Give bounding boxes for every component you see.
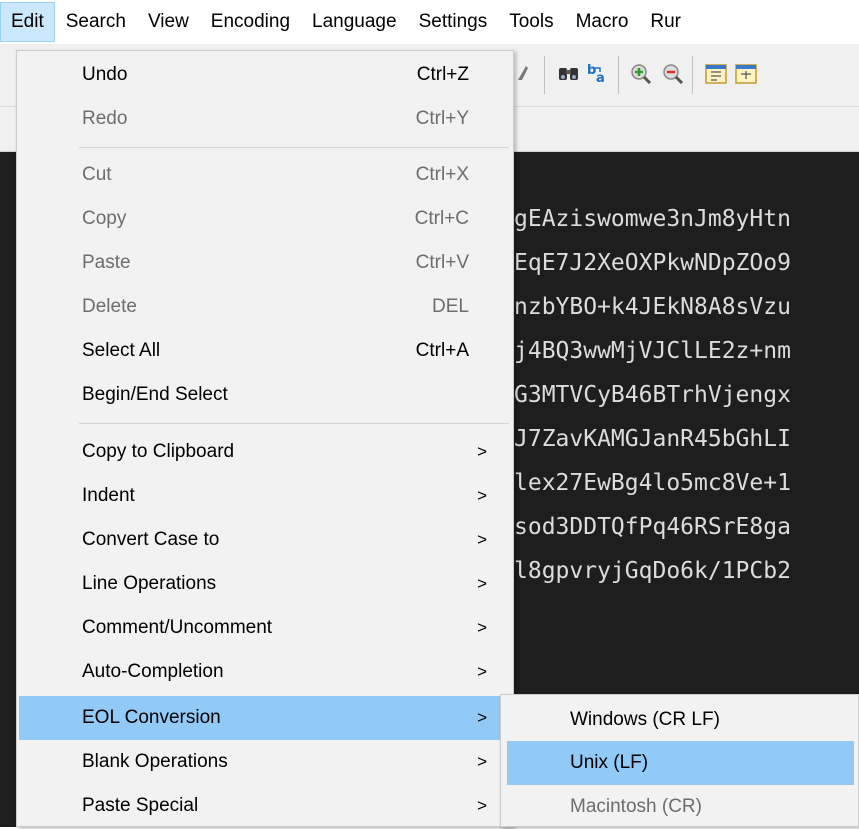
eol-conversion-submenu: Windows (CR LF) Unix (LF) Macintosh (CR) (500, 694, 859, 827)
menu-item-convert-case[interactable]: Convert Case to > (19, 518, 511, 562)
submenu-item-unix-lf[interactable]: Unix (LF) (507, 741, 854, 785)
editor-line: gEAziswomwe3nJm8yHtn (514, 206, 791, 232)
menu-item-label: Unix (LF) (570, 752, 649, 773)
menu-item-label: Paste (82, 252, 131, 273)
editor-line: lex27EwBg4lo5mc8Ve+1 (514, 470, 791, 496)
editor-line: sod3DDTQfPq46RSrE8ga (514, 514, 791, 540)
editor-line: j4BQ3wwMjVJClLE2z+nm (514, 338, 791, 364)
menu-item-shortcut: DEL (432, 296, 469, 317)
submenu-item-macintosh-cr[interactable]: Macintosh (CR) (507, 785, 854, 829)
find-replace-icon[interactable]: b a (586, 58, 612, 88)
chevron-right-icon: > (477, 752, 487, 771)
menu-search[interactable]: Search (55, 2, 137, 42)
menu-item-shortcut: Ctrl+X (415, 164, 469, 185)
menu-item-delete[interactable]: Delete DEL (19, 285, 511, 329)
chevron-right-icon: > (477, 530, 487, 549)
chevron-right-icon: > (477, 618, 487, 637)
chevron-right-icon: > (477, 796, 487, 815)
menu-item-paste[interactable]: Paste Ctrl+V (19, 241, 511, 285)
menu-bar: Edit Search View Encoding Language Setti… (0, 0, 859, 44)
zoom-in-icon[interactable] (628, 58, 654, 88)
menu-item-label: Redo (82, 108, 128, 129)
menu-view[interactable]: View (137, 2, 200, 42)
menu-item-shortcut: Ctrl+Z (416, 64, 469, 85)
chevron-right-icon: > (477, 662, 487, 681)
find-binoculars-icon[interactable] (556, 58, 582, 88)
menu-item-shortcut: Ctrl+A (415, 340, 469, 361)
zoom-out-icon[interactable] (660, 58, 686, 88)
menu-item-label: Delete (82, 296, 137, 317)
menu-item-label: Copy to Clipboard (82, 441, 235, 462)
sync-vertical-icon[interactable] (704, 58, 730, 88)
menu-item-copy-to-clipboard[interactable]: Copy to Clipboard > (19, 430, 511, 474)
menu-item-shortcut: Ctrl+Y (415, 108, 469, 129)
menu-item-indent[interactable]: Indent > (19, 474, 511, 518)
menu-item-label: Blank Operations (82, 751, 228, 772)
menu-separator (79, 147, 509, 148)
menu-edit[interactable]: Edit (0, 2, 55, 42)
menu-item-label: Select All (82, 340, 161, 361)
toolbar-separator (618, 56, 619, 94)
menu-item-label: Indent (82, 485, 135, 506)
menu-item-label: Cut (82, 164, 112, 185)
edit-menu-dropdown: Undo Ctrl+Z Redo Ctrl+Y Cut Ctrl+X Copy … (16, 50, 514, 827)
menu-item-shortcut: Ctrl+V (415, 252, 469, 273)
editor-line: EqE7J2XeOXPkwNDpZOo9 (514, 250, 791, 276)
menu-item-line-operations[interactable]: Line Operations > (19, 562, 511, 606)
editor-line: nzbYBO+k4JEkN8A8sVzu (514, 294, 791, 320)
chevron-right-icon: > (477, 574, 487, 593)
menu-item-select-all[interactable]: Select All Ctrl+A (19, 329, 511, 373)
menu-item-label: Auto-Completion (82, 661, 224, 682)
menu-item-undo[interactable]: Undo Ctrl+Z (19, 53, 511, 97)
menu-encoding[interactable]: Encoding (200, 2, 301, 42)
menu-item-copy[interactable]: Copy Ctrl+C (19, 197, 511, 241)
editor-line: J7ZavKAMGJanR45bGhLI (514, 426, 791, 452)
menu-item-label: Copy (82, 208, 127, 229)
chevron-right-icon: > (477, 486, 487, 505)
menu-run[interactable]: Rur (639, 2, 692, 42)
menu-item-label: Paste Special (82, 795, 199, 816)
editor-line: l8gpvryjGqDo6k/1PCb2 (514, 558, 791, 584)
menu-item-label: Comment/Uncomment (82, 617, 273, 638)
menu-item-label: Convert Case to (82, 529, 220, 550)
menu-item-eol-conversion[interactable]: EOL Conversion > (19, 696, 511, 740)
menu-item-label: Undo (82, 64, 128, 85)
editor-line: G3MTVCyB46BTrhVjengx (514, 382, 791, 408)
submenu-item-windows-crlf[interactable]: Windows (CR LF) (507, 698, 854, 742)
chevron-right-icon: > (477, 708, 487, 727)
sync-horizontal-icon[interactable] (734, 58, 760, 88)
menu-item-redo[interactable]: Redo Ctrl+Y (19, 97, 511, 141)
menu-tools[interactable]: Tools (498, 2, 564, 42)
menu-item-auto-completion[interactable]: Auto-Completion > (19, 650, 511, 694)
sort-icon[interactable] (514, 58, 540, 88)
menu-separator (79, 423, 509, 424)
svg-text:a: a (596, 71, 605, 86)
toolbar-separator (692, 56, 693, 94)
menu-item-label: EOL Conversion (82, 707, 221, 728)
menu-item-cut[interactable]: Cut Ctrl+X (19, 153, 511, 197)
menu-item-comment-uncomment[interactable]: Comment/Uncomment > (19, 606, 511, 650)
menu-macro[interactable]: Macro (565, 2, 640, 42)
menu-settings[interactable]: Settings (408, 2, 499, 42)
chevron-right-icon: > (477, 442, 487, 461)
menu-item-label: Macintosh (CR) (570, 796, 702, 817)
menu-item-paste-special[interactable]: Paste Special > (19, 784, 511, 828)
menu-language[interactable]: Language (301, 2, 408, 42)
menu-item-label: Windows (CR LF) (570, 709, 720, 730)
menu-item-blank-operations[interactable]: Blank Operations > (19, 740, 511, 784)
svg-text:b: b (587, 63, 596, 78)
menu-item-label: Line Operations (82, 573, 217, 594)
toolbar-separator (544, 56, 545, 94)
menu-item-label: Begin/End Select (82, 384, 228, 405)
menu-item-begin-end-select[interactable]: Begin/End Select (19, 373, 511, 417)
menu-item-shortcut: Ctrl+C (414, 208, 469, 229)
